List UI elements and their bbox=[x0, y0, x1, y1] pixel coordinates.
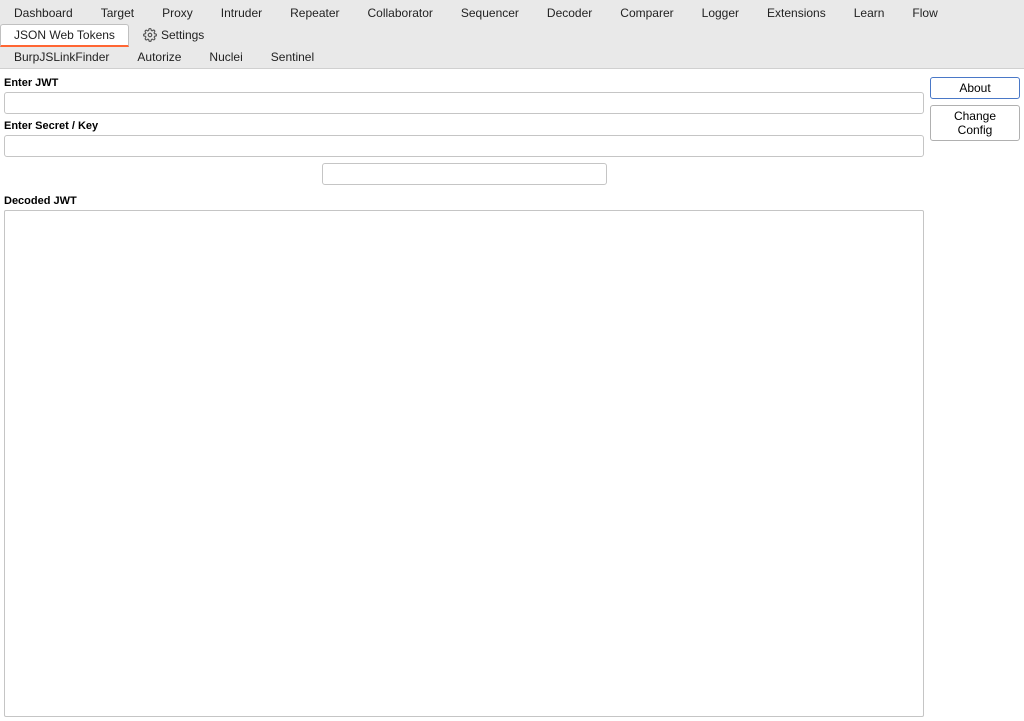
tab-settings[interactable]: Settings bbox=[129, 24, 218, 46]
tab-proxy[interactable]: Proxy bbox=[148, 2, 207, 24]
tab-json-web-tokens[interactable]: JSON Web Tokens bbox=[0, 24, 129, 47]
tab-row-2: BurpJSLinkFinderAutorizeNucleiSentinel bbox=[0, 46, 1024, 68]
tab-dashboard[interactable]: Dashboard bbox=[0, 2, 87, 24]
tab-comparer[interactable]: Comparer bbox=[606, 2, 687, 24]
tab-collaborator[interactable]: Collaborator bbox=[354, 2, 447, 24]
settings-label: Settings bbox=[161, 28, 204, 42]
tab-learn[interactable]: Learn bbox=[840, 2, 899, 24]
jwt-group: Enter JWT bbox=[4, 77, 924, 114]
enter-secret-label: Enter Secret / Key bbox=[4, 120, 924, 132]
extra-input-row bbox=[4, 163, 924, 185]
tab-decoder[interactable]: Decoder bbox=[533, 2, 606, 24]
extra-input[interactable] bbox=[322, 163, 607, 185]
enter-jwt-label: Enter JWT bbox=[4, 77, 924, 89]
side-column: About Change Config bbox=[930, 77, 1020, 717]
tab-extensions[interactable]: Extensions bbox=[753, 2, 840, 24]
jwt-input[interactable] bbox=[4, 92, 924, 114]
main-column: Enter JWT Enter Secret / Key Decoded JWT bbox=[4, 77, 930, 717]
tab-repeater[interactable]: Repeater bbox=[276, 2, 353, 24]
about-button[interactable]: About bbox=[930, 77, 1020, 99]
change-config-button[interactable]: Change Config bbox=[930, 105, 1020, 141]
tab-burpjslinkfinder[interactable]: BurpJSLinkFinder bbox=[0, 46, 123, 68]
content-wrapper: Enter JWT Enter Secret / Key Decoded JWT… bbox=[0, 69, 1024, 721]
tab-nuclei[interactable]: Nuclei bbox=[195, 46, 256, 68]
tab-autorize[interactable]: Autorize bbox=[123, 46, 195, 68]
decoded-jwt-area[interactable] bbox=[4, 210, 924, 717]
secret-input[interactable] bbox=[4, 135, 924, 157]
tab-target[interactable]: Target bbox=[87, 2, 148, 24]
gear-icon bbox=[143, 28, 157, 42]
tab-logger[interactable]: Logger bbox=[688, 2, 753, 24]
decoded-jwt-label: Decoded JWT bbox=[4, 195, 924, 207]
tab-intruder[interactable]: Intruder bbox=[207, 2, 276, 24]
tab-sequencer[interactable]: Sequencer bbox=[447, 2, 533, 24]
decoded-group: Decoded JWT bbox=[4, 195, 924, 717]
main-tab-bar: DashboardTargetProxyIntruderRepeaterColl… bbox=[0, 0, 1024, 69]
tab-row-1: DashboardTargetProxyIntruderRepeaterColl… bbox=[0, 0, 1024, 46]
tab-sentinel[interactable]: Sentinel bbox=[257, 46, 328, 68]
tab-flow[interactable]: Flow bbox=[898, 2, 951, 24]
secret-group: Enter Secret / Key bbox=[4, 120, 924, 157]
